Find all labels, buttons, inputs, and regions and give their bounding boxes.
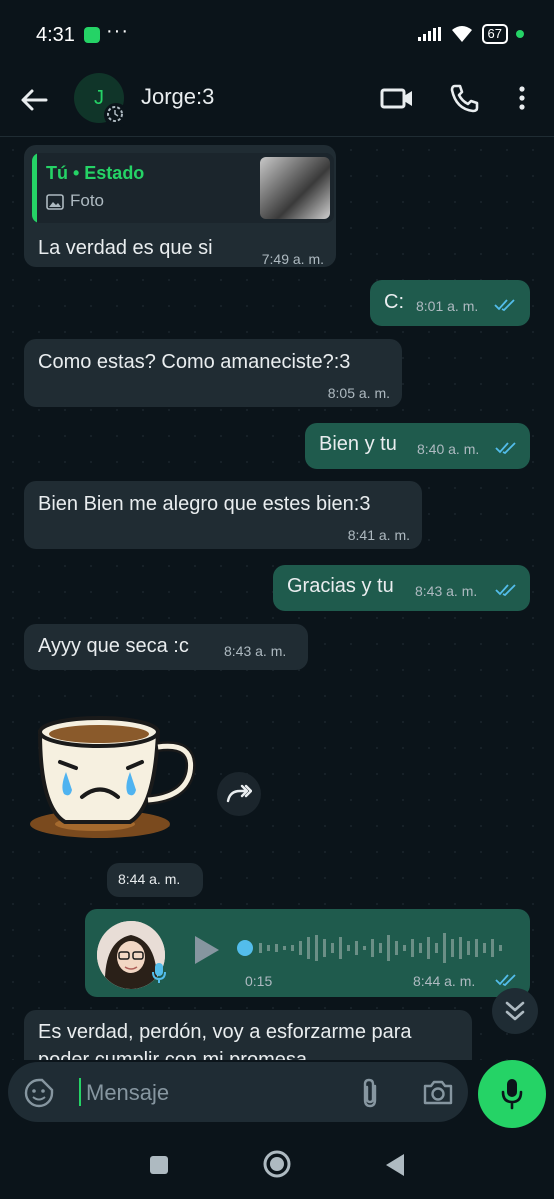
quote-title: Tú • Estado bbox=[46, 163, 145, 183]
message-text: Bien Bien me alegro que estes bien:3 bbox=[38, 493, 371, 515]
quote-accent-bar bbox=[32, 153, 37, 223]
battery-icon: 67 bbox=[481, 24, 508, 44]
voice-message[interactable]: 0:15 8:44 a. m. bbox=[85, 909, 530, 997]
contact-name[interactable]: Jorge:3 bbox=[141, 84, 214, 110]
more-notifications-icon: ··· bbox=[106, 20, 129, 42]
status-time: 4:31 bbox=[36, 24, 75, 46]
status-right: 67 bbox=[417, 24, 524, 44]
phone-call-icon[interactable] bbox=[448, 82, 480, 114]
message-time: 8:41 a. m. bbox=[347, 527, 410, 543]
message-text: Gracias y tu bbox=[287, 575, 394, 597]
message-text-line2: poder cumplir con mi promesa bbox=[38, 1049, 307, 1060]
message-incoming[interactable]: Como estas? Como amaneciste?:3 8:05 a. m… bbox=[24, 339, 402, 407]
camera-icon[interactable] bbox=[422, 1078, 454, 1106]
message-input[interactable]: Mensaje bbox=[86, 1080, 169, 1106]
voice-duration: 0:15 bbox=[245, 973, 273, 989]
forward-icon bbox=[226, 784, 252, 803]
message-outgoing[interactable]: Gracias y tu 8:43 a. m. bbox=[273, 565, 530, 611]
back-arrow-icon[interactable] bbox=[18, 84, 50, 116]
message-time: 8:05 a. m. bbox=[327, 385, 390, 401]
message-time: 8:44 a. m. bbox=[413, 973, 476, 989]
status-thumbnail bbox=[260, 157, 330, 219]
message-text: Como estas? Como amaneciste?:3 bbox=[38, 351, 351, 373]
double-check-icon bbox=[495, 974, 516, 987]
forward-button[interactable] bbox=[217, 772, 261, 816]
system-nav-bar bbox=[0, 1130, 554, 1199]
message-outgoing[interactable]: C: 8:01 a. m. bbox=[370, 280, 530, 326]
quoted-status[interactable]: Tú • Estado Foto bbox=[32, 153, 334, 223]
whatsapp-notification-icon bbox=[84, 27, 100, 43]
back-nav-icon[interactable] bbox=[384, 1152, 406, 1178]
message-time: 8:43 a. m. bbox=[224, 643, 287, 659]
microphone-icon bbox=[501, 1079, 523, 1110]
message-time: 8:44 a. m. bbox=[118, 871, 181, 887]
video-call-icon[interactable] bbox=[380, 82, 414, 114]
voice-record-button[interactable] bbox=[478, 1060, 546, 1128]
emoji-sticker-icon[interactable] bbox=[24, 1078, 54, 1108]
message-input-bar[interactable]: Mensaje bbox=[8, 1062, 468, 1122]
message-incoming[interactable]: Tú • Estado Foto La verdad es que si 7:4… bbox=[24, 145, 336, 267]
attach-icon[interactable] bbox=[358, 1077, 382, 1109]
double-chevron-down-icon bbox=[505, 1001, 525, 1021]
mic-badge-icon bbox=[152, 963, 166, 983]
text-cursor bbox=[79, 1078, 81, 1106]
chat-header: J Jorge:3 bbox=[0, 70, 554, 137]
sad-coffee-sticker[interactable] bbox=[30, 712, 200, 842]
double-check-icon bbox=[495, 442, 516, 455]
recents-icon[interactable] bbox=[148, 1154, 170, 1176]
message-incoming[interactable]: Bien Bien me alegro que estes bien:3 8:4… bbox=[24, 481, 422, 549]
message-outgoing[interactable]: Bien y tu 8:40 a. m. bbox=[305, 423, 530, 469]
message-incoming[interactable]: Ayyy que seca :c 8:43 a. m. bbox=[24, 624, 308, 670]
signal-icon bbox=[417, 27, 441, 41]
double-check-icon bbox=[494, 299, 515, 312]
play-icon[interactable] bbox=[191, 933, 221, 967]
waveform[interactable] bbox=[235, 931, 511, 965]
more-options-icon[interactable] bbox=[514, 82, 530, 114]
message-time: 8:01 a. m. bbox=[416, 298, 479, 314]
wifi-icon bbox=[451, 26, 472, 42]
message-text: Bien y tu bbox=[319, 433, 397, 455]
privacy-dot-icon bbox=[516, 30, 524, 38]
message-time: 8:43 a. m. bbox=[415, 583, 478, 599]
message-incoming[interactable]: Es verdad, perdón, voy a esforzarme para… bbox=[24, 1010, 472, 1060]
message-text: La verdad es que si bbox=[38, 237, 213, 259]
message-text: Ayyy que seca :c bbox=[38, 635, 189, 657]
message-text: C: bbox=[384, 291, 404, 313]
message-time: 8:40 a. m. bbox=[417, 441, 480, 457]
photo-icon bbox=[46, 194, 64, 210]
home-icon[interactable] bbox=[261, 1148, 293, 1180]
status-ring-icon bbox=[104, 103, 128, 127]
message-text: Es verdad, perdón, voy a esforzarme para bbox=[38, 1021, 412, 1043]
chat-area[interactable]: Tú • Estado Foto La verdad es que si 7:4… bbox=[0, 137, 554, 1060]
status-bar: 4:31 ··· 67 bbox=[0, 0, 554, 70]
scroll-down-button[interactable] bbox=[492, 988, 538, 1034]
quote-subtitle: Foto bbox=[70, 191, 105, 210]
double-check-icon bbox=[495, 584, 516, 597]
sticker-time-chip: 8:44 a. m. bbox=[107, 863, 203, 897]
message-time: 7:49 a. m. bbox=[261, 251, 324, 267]
